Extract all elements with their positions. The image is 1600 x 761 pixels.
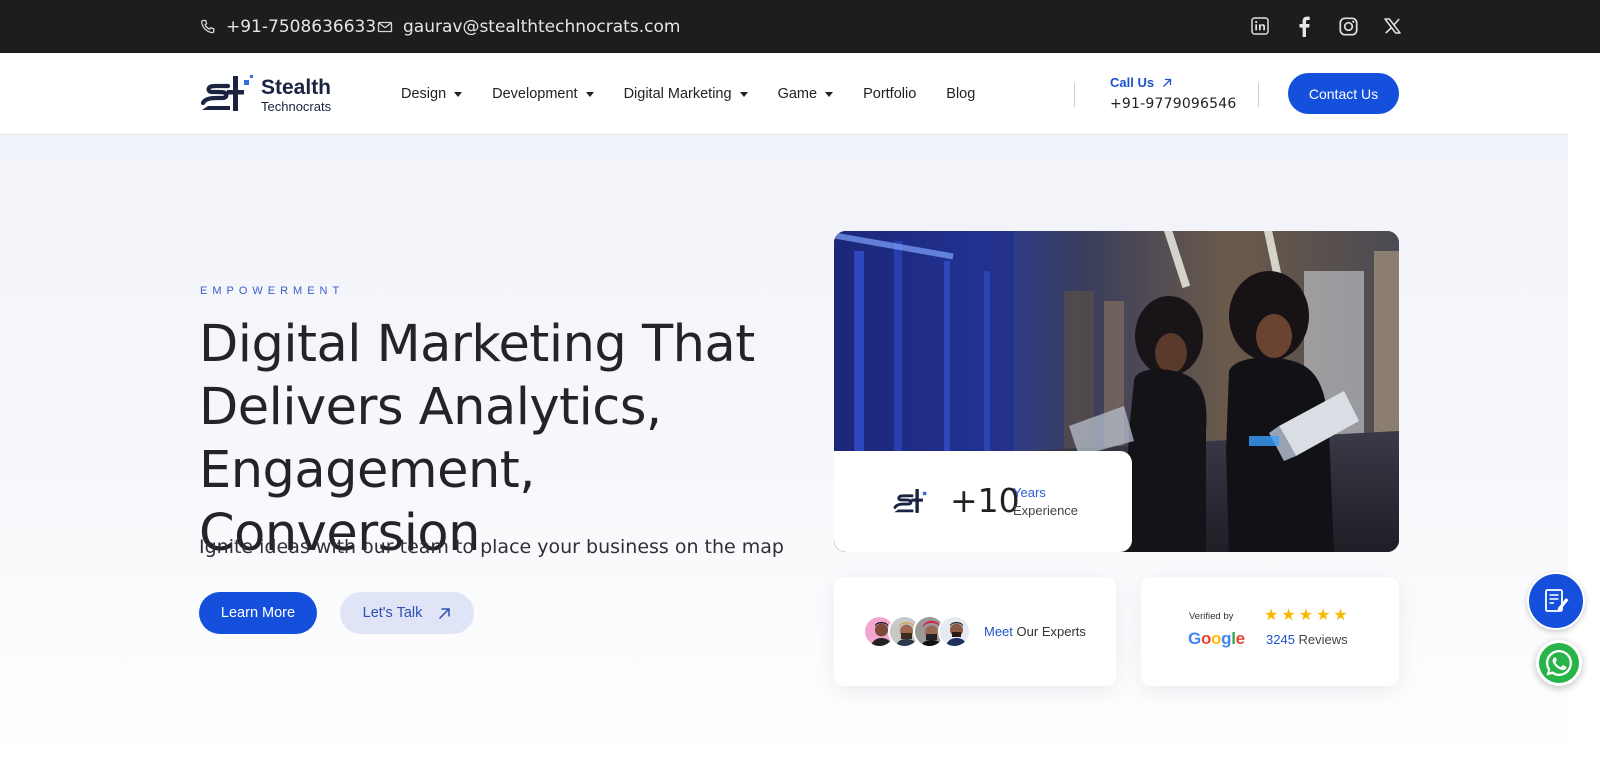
topbar-phone-text: +91-7508636633 bbox=[226, 17, 377, 37]
brand-name: Stealth bbox=[261, 76, 332, 99]
main-navbar: Stealth Technocrats Design Development D… bbox=[0, 53, 1568, 135]
avatar bbox=[938, 615, 971, 648]
caret-down-icon bbox=[454, 91, 463, 97]
caret-down-icon bbox=[739, 91, 748, 97]
review-count-label: Reviews bbox=[1298, 632, 1348, 647]
experience-label: Experience bbox=[1013, 503, 1079, 518]
x-icon[interactable] bbox=[1382, 15, 1402, 37]
topbar-phone[interactable]: +91-7508636633 bbox=[200, 17, 376, 37]
topbar-email[interactable]: gaurav@stealthtechnocrats.com bbox=[377, 17, 680, 37]
arrow-up-right-icon bbox=[1163, 78, 1172, 87]
mail-icon bbox=[377, 19, 393, 35]
star-icon: ★ bbox=[1316, 607, 1331, 624]
meet-rest: Our Experts bbox=[1016, 624, 1086, 639]
star-icon: ★ bbox=[1264, 607, 1279, 624]
nav-divider bbox=[1074, 83, 1075, 107]
expert-avatars bbox=[863, 615, 971, 648]
nav-item-design[interactable]: Design bbox=[401, 86, 463, 102]
linkedin-icon[interactable] bbox=[1250, 15, 1270, 37]
star-icon: ★ bbox=[1333, 607, 1348, 624]
experience-value: +10 bbox=[950, 481, 1020, 520]
nav-item-portfolio[interactable]: Portfolio bbox=[863, 86, 916, 102]
google-logo: Google bbox=[1188, 629, 1245, 648]
hero-section: EMPOWERMENT Digital Marketing That Deliv… bbox=[0, 135, 1568, 761]
nav-item-label: Digital Marketing bbox=[623, 86, 732, 102]
star-icon: ★ bbox=[1281, 607, 1296, 624]
social-links bbox=[1250, 15, 1402, 37]
caret-down-icon bbox=[825, 91, 834, 97]
star-icon: ★ bbox=[1298, 607, 1314, 624]
call-us-block[interactable]: Call Us +91-9779096546 bbox=[1110, 75, 1236, 112]
whatsapp-button[interactable] bbox=[1536, 640, 1582, 686]
nav-item-label: Development bbox=[492, 86, 578, 102]
scrollbar-thumb[interactable] bbox=[1568, 0, 1600, 53]
nav-item-development[interactable]: Development bbox=[492, 86, 594, 102]
verified-by-label: Verified by bbox=[1189, 611, 1234, 622]
meet-experts-text: Meet Our Experts bbox=[984, 624, 1086, 639]
hero-eyebrow: EMPOWERMENT bbox=[200, 285, 345, 297]
nav-divider bbox=[1258, 83, 1259, 107]
nav-item-digital-marketing[interactable]: Digital Marketing bbox=[624, 86, 748, 102]
hero-headline: Digital Marketing That Delivers Analytic… bbox=[199, 315, 755, 563]
brand-tagline: Technocrats bbox=[261, 99, 332, 114]
experience-card: +10 Years Experience bbox=[834, 451, 1132, 552]
primary-nav: Design Development Digital Marketing Gam… bbox=[401, 86, 1005, 102]
call-us-label: Call Us bbox=[1110, 75, 1236, 90]
hero-subtext: Ignite ideas with our team to place your… bbox=[199, 536, 784, 558]
nav-item-label: Blog bbox=[946, 86, 976, 102]
review-count: 3245 Reviews bbox=[1266, 632, 1348, 647]
call-us-number: +91-9779096546 bbox=[1110, 96, 1237, 112]
nav-item-label: Game bbox=[777, 86, 818, 102]
arrow-up-right-icon bbox=[439, 607, 451, 619]
google-reviews-card[interactable]: Verified by Google ★ ★ ★ ★ ★ 3245 Review… bbox=[1141, 577, 1399, 686]
review-count-number: 3245 bbox=[1266, 632, 1295, 647]
lets-talk-button[interactable]: Let's Talk bbox=[340, 592, 474, 634]
learn-more-button[interactable]: Learn More bbox=[199, 592, 317, 634]
brand-logo[interactable]: Stealth Technocrats bbox=[200, 73, 340, 117]
nav-item-label: Design bbox=[401, 86, 447, 102]
whatsapp-icon bbox=[1546, 650, 1572, 676]
experience-years-label: Years bbox=[1013, 485, 1046, 500]
top-bar: +91-7508636633 gaurav@stealthtechnocrats… bbox=[0, 0, 1568, 53]
rating-stars: ★ ★ ★ ★ ★ bbox=[1264, 605, 1348, 625]
meet-experts-card[interactable]: Meet Our Experts bbox=[834, 577, 1116, 686]
nav-item-game[interactable]: Game bbox=[778, 86, 834, 102]
logo-mark-icon bbox=[200, 75, 253, 111]
nav-item-label: Portfolio bbox=[863, 86, 917, 102]
contact-us-button[interactable]: Contact Us bbox=[1288, 73, 1399, 114]
call-us-text: Call Us bbox=[1110, 75, 1155, 90]
nav-item-blog[interactable]: Blog bbox=[946, 86, 975, 102]
facebook-icon[interactable] bbox=[1294, 15, 1314, 37]
floating-form-button[interactable] bbox=[1527, 572, 1585, 630]
form-edit-icon bbox=[1545, 589, 1569, 612]
lets-talk-label: Let's Talk bbox=[362, 605, 423, 621]
caret-down-icon bbox=[585, 91, 594, 97]
phone-icon bbox=[200, 19, 216, 35]
meet-highlight: Meet bbox=[984, 624, 1013, 639]
topbar-email-text: gaurav@stealthtechnocrats.com bbox=[403, 17, 681, 37]
logo-mark-icon bbox=[893, 489, 927, 513]
instagram-icon[interactable] bbox=[1338, 15, 1358, 37]
